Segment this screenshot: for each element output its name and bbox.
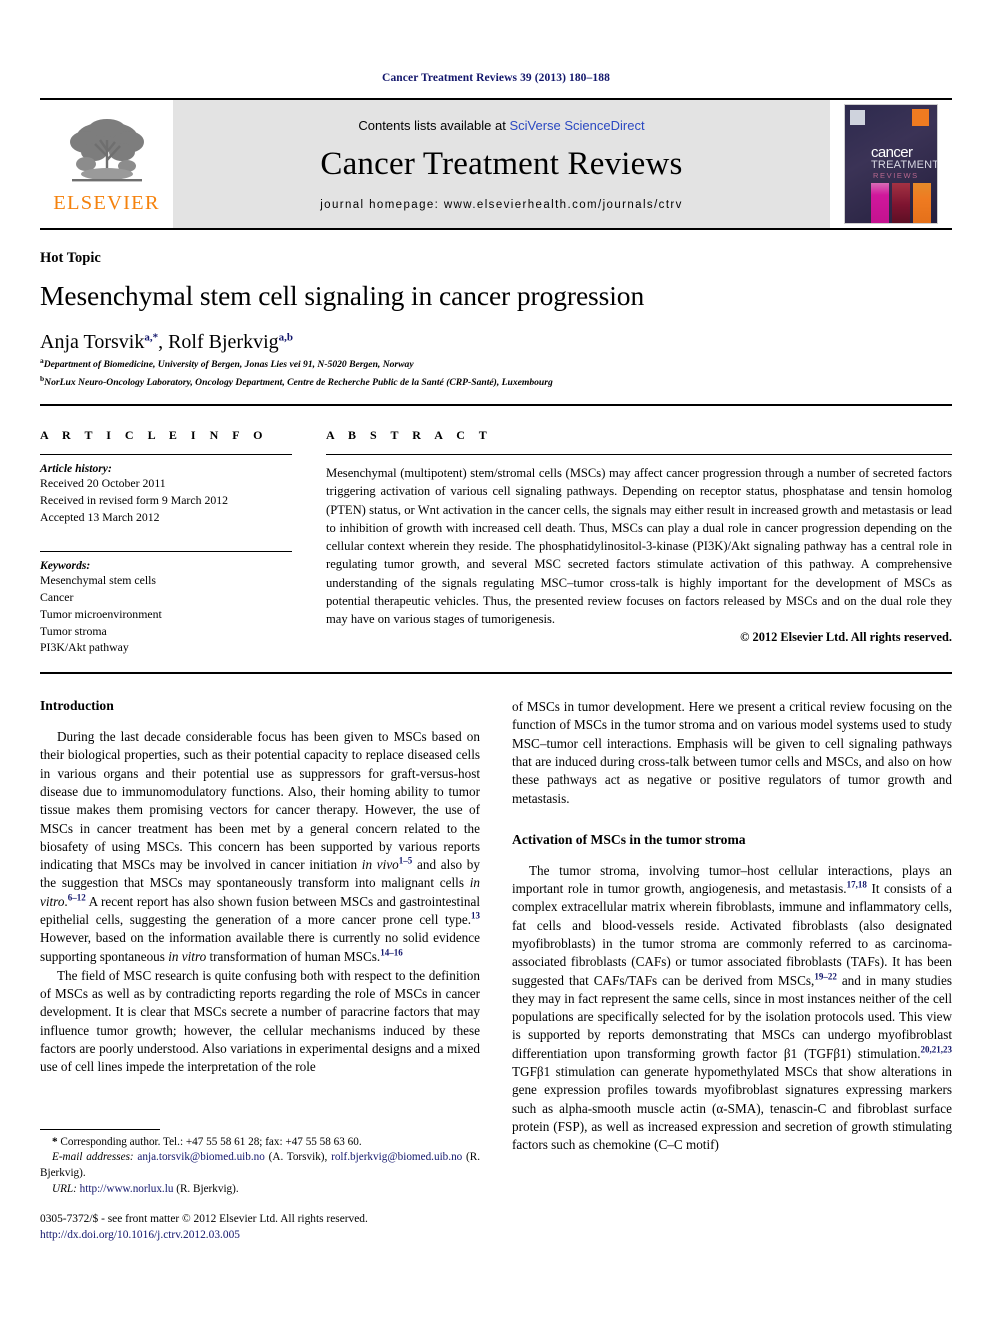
journal-cover-thumbnail: cancer TREATMENT REVIEWS — [830, 100, 952, 228]
intro-p1-seg-a: During the last decade considerable focu… — [40, 729, 480, 873]
keyword-item: Cancer — [40, 590, 74, 605]
intro-p1-seg-c: A recent report has also shown fusion be… — [40, 893, 480, 927]
email-link-1[interactable]: anja.torsvik@biomed.uib.no — [137, 1151, 264, 1163]
history-received: Received 20 October 2011 — [40, 476, 166, 491]
affiliation-a: aDepartment of Biomedicine, University o… — [40, 356, 952, 372]
footnote-rule — [40, 1128, 160, 1130]
corresponding-author-text: Corresponding author. Tel.: +47 55 58 61… — [57, 1135, 362, 1148]
url-link[interactable]: http://www.norlux.lu — [80, 1183, 174, 1195]
issn-copyright-block: 0305-7372/$ - see front matter © 2012 El… — [40, 1212, 480, 1243]
cover-elsevier-mark-icon — [850, 110, 865, 125]
abstract-text: Mesenchymal (multipotent) stem/stromal c… — [326, 466, 952, 627]
author-name-2: Rolf Bjerkvig — [168, 331, 279, 353]
section-heading-activation: Activation of MSCs in the tumor stroma — [512, 831, 746, 847]
contents-prefix: Contents lists available at — [358, 117, 510, 133]
author-1-affiliation-marker: a,* — [144, 331, 159, 344]
page-title: Mesenchymal stem cell signaling in cance… — [40, 280, 645, 311]
section-heading-introduction: Introduction — [40, 698, 114, 714]
intro-p1-seg-e: transformation of human MSCs. — [206, 948, 381, 964]
body-column-left: Introduction During the last decade cons… — [40, 698, 480, 1243]
citation-ref[interactable]: 6–12 — [68, 892, 86, 902]
footnote-url: URL: http://www.norlux.lu (R. Bjerkvig). — [40, 1182, 480, 1198]
affiliation-a-text: Department of Biomedicine, University of… — [43, 359, 414, 371]
abstract-rule — [326, 454, 952, 456]
citation-ref[interactable]: 19–22 — [814, 971, 837, 981]
article-category: Hot Topic — [40, 250, 101, 266]
footnote-email-line: E-mail addresses: anja.torsvik@biomed.ui… — [40, 1150, 480, 1181]
author-2-affiliation-marker: a,b — [278, 331, 294, 344]
cover-bar-orange — [913, 183, 931, 223]
keywords-rule — [40, 551, 292, 553]
cover-title-reviews: REVIEWS — [873, 171, 919, 180]
article-info-rule — [40, 454, 292, 456]
elsevier-logo: ELSEVIER — [40, 100, 173, 228]
cover-bar-darkred — [892, 183, 910, 223]
article-info-column: A R T I C L E I N F O Article history: R… — [40, 428, 292, 656]
activation-paragraph-1: The tumor stroma, involving tumor–host c… — [512, 862, 952, 1155]
keyword-item: Tumor stroma — [40, 623, 107, 638]
issn-line: 0305-7372/$ - see front matter © 2012 El… — [40, 1213, 368, 1226]
journal-title: Cancer Treatment Reviews — [320, 145, 683, 182]
act-seg-d: TGFβ1 stimulation can generate hypomethy… — [512, 1063, 952, 1153]
elsevier-tree-icon — [69, 119, 144, 182]
email-addresses-label: E-mail addresses: — [52, 1151, 134, 1164]
doi-link[interactable]: http://dx.doi.org/10.1016/j.ctrv.2012.03… — [40, 1228, 480, 1243]
history-revised: Received in revised form 9 March 2012 — [40, 492, 229, 507]
running-head: Cancer Treatment Reviews 39 (2013) 180–1… — [382, 72, 610, 84]
url-label: URL: — [52, 1182, 77, 1195]
citation-ref[interactable]: 14–16 — [380, 947, 403, 957]
journal-homepage[interactable]: journal homepage: www.elsevierhealth.com… — [320, 199, 683, 211]
footnote-block: * Corresponding author. Tel.: +47 55 58 … — [40, 1128, 480, 1243]
author-name-1: Anja Torsvik — [40, 331, 145, 353]
citation-ref[interactable]: 20,21,23 — [921, 1044, 953, 1054]
footnote-corresponding-line: * Corresponding author. Tel.: +47 55 58 … — [40, 1135, 480, 1151]
intro-paragraph-2: The field of MSC research is quite confu… — [40, 967, 480, 1075]
intro-p1-italic-3: in vitro — [168, 948, 207, 964]
abstract-copyright: © 2012 Elsevier Ltd. All rights reserved… — [740, 630, 952, 645]
sciencedirect-link[interactable]: SciVerse ScienceDirect — [509, 118, 644, 133]
abstract-bottom-rule — [40, 672, 952, 675]
author-list: Anja Torsvika,*, Rolf Bjerkviga,b — [40, 331, 952, 354]
keyword-item: Mesenchymal stem cells — [40, 573, 156, 588]
masthead-center: Contents lists available at SciVerse Sci… — [173, 100, 830, 228]
email-1-owner: (A. Torsvik), — [264, 1151, 332, 1164]
cover-orange-square — [912, 109, 929, 126]
affiliation-b: bNorLux Neuro-Oncology Laboratory, Oncol… — [40, 374, 952, 390]
body-columns: Introduction During the last decade cons… — [40, 698, 952, 1243]
cover-title-cancer: cancer — [871, 144, 913, 161]
affiliation-b-text: NorLux Neuro-Oncology Laboratory, Oncolo… — [44, 377, 553, 389]
abstract-heading: A B S T R A C T — [326, 428, 493, 443]
abstract-column: A B S T R A C T Mesenchymal (multipotent… — [292, 428, 952, 656]
keyword-item: PI3K/Akt pathway — [40, 640, 129, 655]
body-column-right: of MSCs in tumor development. Here we pr… — [512, 698, 952, 1243]
journal-masthead: ELSEVIER Contents lists available at Sci… — [40, 98, 952, 230]
title-bottom-rule — [40, 404, 952, 407]
citation-ref[interactable]: 1–5 — [399, 856, 413, 866]
history-accepted: Accepted 13 March 2012 — [40, 509, 160, 524]
cover-color-bars — [871, 183, 931, 223]
citation-ref[interactable]: 17,18 — [847, 880, 867, 890]
footnote-emails: E-mail addresses: anja.torsvik@biomed.ui… — [40, 1150, 480, 1181]
footnote-url-line: URL: http://www.norlux.lu (R. Bjerkvig). — [40, 1182, 480, 1198]
article-info-heading: A R T I C L E I N F O — [40, 428, 268, 443]
info-abstract-zone: A R T I C L E I N F O Article history: R… — [40, 428, 952, 656]
url-owner: (R. Bjerkvig). — [173, 1182, 239, 1195]
cover-title-treatment: TREATMENT — [871, 159, 938, 171]
author-separator: , — [158, 331, 169, 353]
footnote-corresponding: * Corresponding author. Tel.: +47 55 58 … — [40, 1135, 480, 1151]
journal-article-page: Cancer Treatment Reviews 39 (2013) 180–1… — [0, 0, 992, 1323]
intro-continued-paragraph: of MSCs in tumor development. Here we pr… — [512, 699, 952, 806]
cover-bar-magenta — [871, 183, 889, 223]
intro-paragraph-1: During the last decade considerable focu… — [40, 729, 480, 964]
intro-p1-italic-1: in vivo — [361, 857, 399, 873]
keyword-item: Tumor microenvironment — [40, 606, 162, 621]
keywords-block: Keywords: Mesenchymal stem cells Cancer … — [40, 551, 292, 656]
cover-image: cancer TREATMENT REVIEWS — [844, 104, 938, 224]
email-link-2[interactable]: rolf.bjerkvig@biomed.uib.no — [331, 1151, 462, 1163]
article-history-label: Article history: — [40, 462, 112, 476]
contents-available-line: Contents lists available at SciVerse Sci… — [358, 118, 644, 133]
elsevier-wordmark: ELSEVIER — [53, 192, 160, 215]
citation-ref[interactable]: 13 — [471, 911, 480, 921]
keywords-label: Keywords: — [40, 559, 91, 573]
